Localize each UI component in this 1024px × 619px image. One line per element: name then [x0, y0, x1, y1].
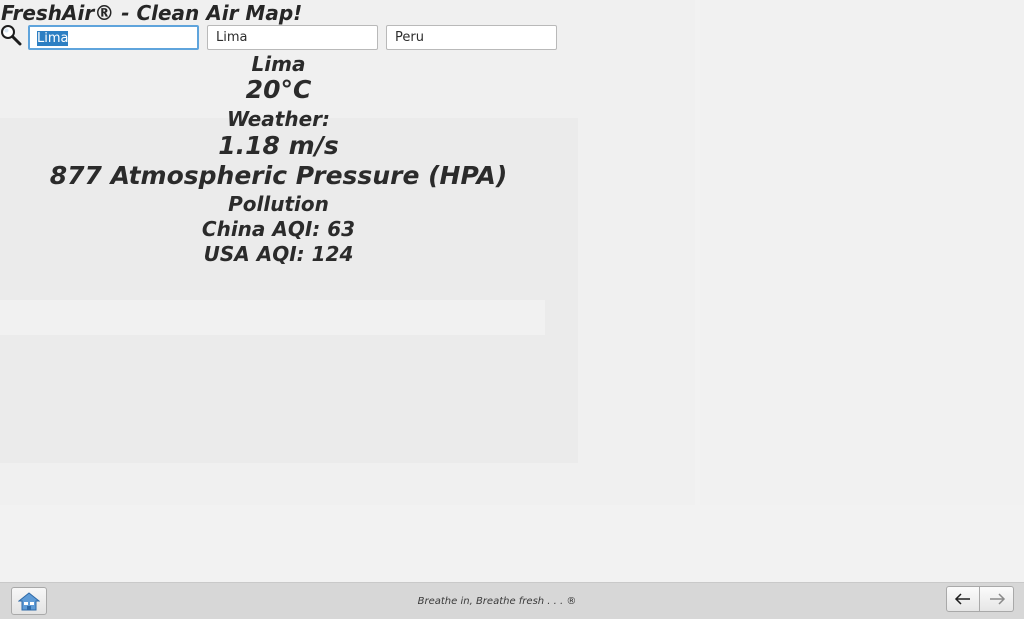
background-strip	[0, 300, 545, 335]
country-field-value: Peru	[395, 30, 424, 45]
search-icon	[1, 25, 22, 46]
temperature-value: 20°C	[245, 75, 312, 104]
forward-button[interactable]	[980, 586, 1014, 612]
background-panel-right	[700, 0, 1024, 505]
pressure-value: 877 Atmospheric Pressure (HPA)	[49, 161, 508, 190]
city-field-value: Lima	[216, 30, 248, 45]
weather-heading: Weather:	[226, 107, 331, 131]
wind-speed-value: 1.18 m/s	[218, 131, 339, 160]
pollution-heading: Pollution	[228, 192, 329, 216]
arrow-right-icon	[989, 593, 1005, 605]
china-aqi-value: China AQI: 63	[201, 217, 356, 241]
search-input[interactable]: Lima	[28, 25, 199, 50]
app-title: FreshAir® - Clean Air Map!	[1, 1, 303, 25]
arrow-left-icon	[954, 593, 970, 605]
country-field[interactable]: Peru	[386, 25, 557, 50]
footer-tagline: Breathe in, Breathe fresh . . . ®	[417, 596, 577, 607]
city-name: Lima	[251, 52, 306, 76]
back-button[interactable]	[946, 586, 980, 612]
usa-aqi-value: USA AQI: 124	[203, 242, 354, 266]
search-input-selected-text: Lima	[37, 31, 69, 46]
app-window: FreshAir® - Clean Air Map! Lima Lima Per…	[0, 0, 1024, 619]
footer-bar: Breathe in, Breathe fresh . . . ®	[0, 582, 1024, 619]
city-field[interactable]: Lima	[207, 25, 378, 50]
